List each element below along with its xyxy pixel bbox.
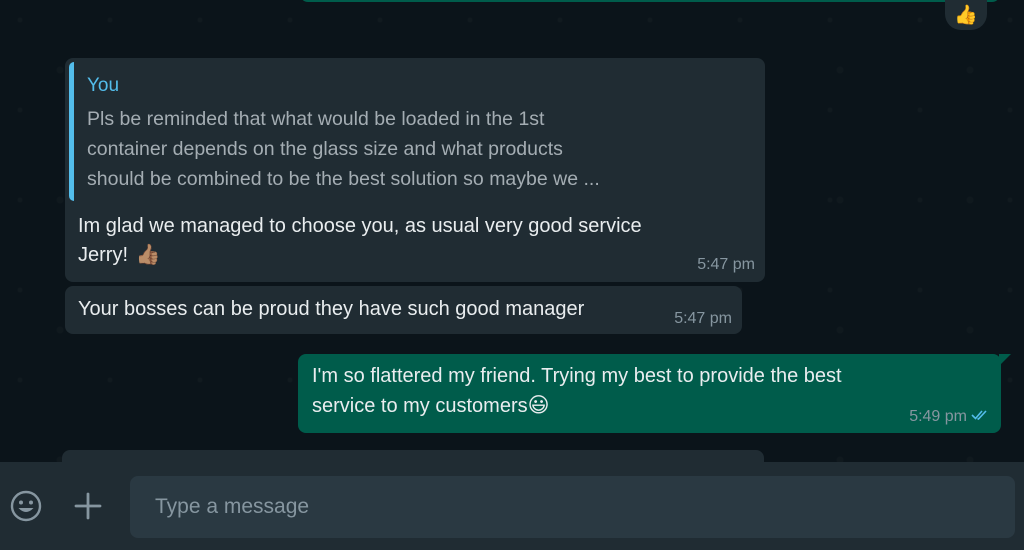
quote-accent-bar bbox=[69, 62, 74, 201]
emoji-icon[interactable] bbox=[6, 486, 46, 526]
next-incoming-message[interactable] bbox=[62, 450, 764, 462]
reaction-badge[interactable]: 👍 bbox=[945, 0, 987, 30]
message-timestamp: 5:47 pm bbox=[697, 256, 755, 273]
message-timestamp: 5:47 pm bbox=[674, 310, 732, 327]
outgoing-message-bubble[interactable]: I'm so flattered my friend. Trying my be… bbox=[298, 354, 1011, 433]
plus-icon[interactable] bbox=[68, 486, 108, 526]
incoming-message-bubble[interactable]: You Pls be reminded that what would be l… bbox=[65, 58, 765, 282]
incoming-message-bubble[interactable]: Your bosses can be proud they have such … bbox=[65, 286, 742, 334]
message-line: Im glad we managed to choose you, as usu… bbox=[78, 215, 642, 237]
chat-area[interactable]: 👍 You Pls be reminded that what would be… bbox=[0, 0, 1024, 462]
smiley-emoji-icon: 😃 bbox=[527, 394, 550, 417]
quote-line: Pls be reminded that what would be loade… bbox=[87, 108, 545, 130]
quote-text: Pls be reminded that what would be loade… bbox=[87, 104, 687, 194]
message-text: I'm so flattered my friend. Trying my be… bbox=[312, 362, 972, 421]
message-input[interactable] bbox=[130, 476, 1015, 538]
quote-line: container depends on the glass size and … bbox=[87, 138, 563, 160]
message-text: Im glad we managed to choose you, as usu… bbox=[78, 212, 748, 270]
message-meta: 5:49 pm bbox=[909, 408, 989, 426]
quoted-message[interactable]: You Pls be reminded that what would be l… bbox=[69, 62, 761, 203]
quote-line: should be combined to be the best soluti… bbox=[87, 168, 600, 190]
message-text: Your bosses can be proud they have such … bbox=[78, 298, 585, 320]
message-line: service to my customers😃 bbox=[312, 391, 972, 421]
message-line-text: Jerry! bbox=[78, 244, 128, 266]
double-check-read-icon bbox=[971, 408, 989, 426]
thumbs-up-icon: 👍 bbox=[954, 5, 978, 26]
composer-bar bbox=[0, 462, 1024, 550]
message-line: Jerry! 👍🏽 bbox=[78, 241, 748, 270]
thumbs-up-emoji-icon: 👍🏽 bbox=[135, 244, 161, 266]
quote-author: You bbox=[87, 75, 120, 96]
bubble-tail bbox=[999, 354, 1011, 366]
message-line: I'm so flattered my friend. Trying my be… bbox=[312, 365, 842, 387]
message-line-text: service to my customers bbox=[312, 395, 528, 417]
message-timestamp: 5:49 pm bbox=[909, 408, 967, 425]
previous-outgoing-message[interactable] bbox=[300, 0, 1000, 2]
